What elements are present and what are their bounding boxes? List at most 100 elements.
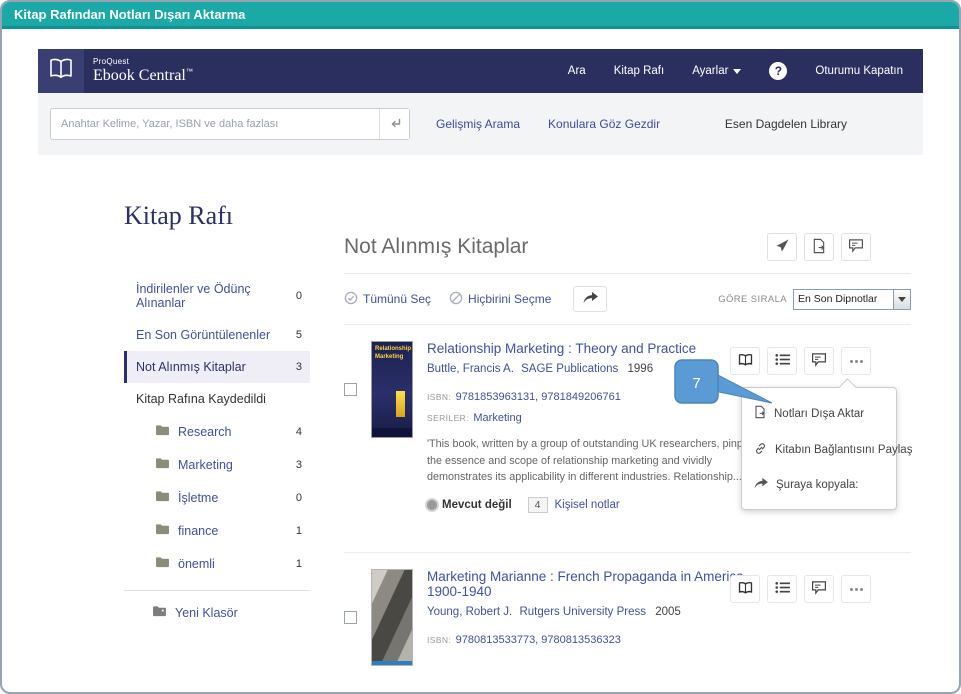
search-input[interactable] xyxy=(51,109,379,139)
book-checkbox[interactable] xyxy=(344,383,357,396)
book-cover-text: Relationship Marketing xyxy=(375,346,412,360)
new-folder-button[interactable]: Yeni Klasör xyxy=(124,593,310,632)
bookshelf-heading: Kitap Rafı xyxy=(124,201,234,230)
menu-item-label: Kitabın Bağlantısını Paylaş xyxy=(775,444,913,456)
link-chain-icon xyxy=(754,442,767,458)
sidebar-item-recently-viewed[interactable]: En Son Görüntülenenler 5 xyxy=(124,319,310,351)
book-author: Young, Robert J. xyxy=(427,606,513,618)
help-icon[interactable]: ? xyxy=(769,62,788,80)
browse-subjects-link[interactable]: Konulara Göz Gezdir xyxy=(548,117,660,131)
sidebar-folder-isletme[interactable]: İşletme 0 xyxy=(124,481,310,514)
circle-slash-icon xyxy=(449,291,463,308)
send-button[interactable] xyxy=(767,233,797,261)
nav-search[interactable]: Ara xyxy=(568,65,586,77)
sidebar-folder-onemli[interactable]: önemli 1 xyxy=(124,547,310,580)
book-cover-art xyxy=(396,391,405,417)
folder-plus-icon xyxy=(152,605,167,620)
book-title-link[interactable]: Marketing Marianne : French Propaganda i… xyxy=(427,569,779,599)
personal-notes-link[interactable]: 4 Kişisel notlar xyxy=(527,497,620,514)
sidebar-item-downloads-loans[interactable]: İndirilenler ve Ödünç Alınanlar 0 xyxy=(124,273,310,319)
brand-trademark: ™ xyxy=(185,68,193,76)
more-options-button[interactable] xyxy=(841,347,871,375)
sidebar-folder-marketing[interactable]: Marketing 3 xyxy=(124,448,310,481)
folder-icon xyxy=(155,457,170,472)
advanced-search-link[interactable]: Gelişmiş Arama xyxy=(436,117,520,131)
new-folder-label: Yeni Klasör xyxy=(175,605,238,620)
sidebar-folder-research[interactable]: Research 4 xyxy=(124,415,310,448)
availability-status: Mevcut değil xyxy=(427,499,512,511)
main-header: Not Alınmış Kitaplar xyxy=(344,233,911,261)
search-links: Gelişmiş Arama Konulara Göz Gezdir xyxy=(436,117,660,131)
sort-select[interactable]: En Son Dipnotlar xyxy=(793,288,911,310)
book-byline: Young, Robert J. Rutgers University Pres… xyxy=(427,606,779,618)
book-year: 2005 xyxy=(655,606,681,618)
book-title-link[interactable]: Relationship Marketing : Theory and Prac… xyxy=(427,341,779,356)
book-cover[interactable]: Relationship Marketing xyxy=(371,341,413,438)
copy-selected-button[interactable] xyxy=(573,286,608,312)
book-checkbox[interactable] xyxy=(344,611,357,624)
notes-label: Kişisel notlar xyxy=(554,499,620,512)
annotations-bubble-icon xyxy=(811,580,827,598)
sort-dropdown-arrow[interactable] xyxy=(893,289,910,309)
select-all-label: Tümünü Seç xyxy=(363,292,432,306)
book-details: Marketing Marianne : French Propaganda i… xyxy=(427,569,779,666)
callout-number: 7 xyxy=(692,375,700,392)
open-book-icon xyxy=(737,581,754,598)
search-group xyxy=(50,108,410,140)
folder-label: Research xyxy=(178,424,232,439)
nav-settings[interactable]: Ayarlar xyxy=(692,65,742,77)
menu-item-label: Şuraya kopyala: xyxy=(776,479,859,491)
book-publisher: SAGE Publications xyxy=(521,363,619,375)
ellipsis-icon xyxy=(849,359,863,363)
folder-count: 0 xyxy=(295,491,302,504)
brand-logo[interactable] xyxy=(38,49,84,93)
folder-count: 1 xyxy=(295,557,302,570)
main-panel: Not Alınmış Kitaplar Tümünü Seç Hiçbirin… xyxy=(344,155,912,680)
sidebar-folder-finance[interactable]: finance 1 xyxy=(124,514,310,547)
toc-button[interactable] xyxy=(767,575,797,603)
folder-count: 4 xyxy=(295,425,302,438)
chevron-down-icon xyxy=(898,296,906,302)
read-online-button[interactable] xyxy=(730,575,760,603)
isbn-value: 9781853963131, 9781849206761 xyxy=(455,391,621,403)
annotations-bubble-icon xyxy=(848,238,864,256)
sidebar-item-annotated-books[interactable]: Not Alınmış Kitaplar 3 xyxy=(124,351,310,383)
select-none-button[interactable]: Hiçbirini Seçme xyxy=(449,291,551,308)
brand-text: ProQuest Ebook Central™ xyxy=(93,57,193,84)
select-all-button[interactable]: Tümünü Seç xyxy=(344,291,431,308)
chevron-down-icon xyxy=(733,68,742,74)
brand-ebook-central: Ebook Central xyxy=(93,66,186,84)
isbn-value: 9780813533773, 9780813536323 xyxy=(455,634,621,646)
series-link[interactable]: Marketing xyxy=(473,412,521,424)
nav-signout[interactable]: Oturumu Kapatın xyxy=(815,65,903,77)
more-options-button[interactable] xyxy=(841,575,871,603)
select-sort-row: Tümünü Seç Hiçbirini Seçme GÖRE SIRALA E… xyxy=(344,274,911,324)
annotations-button[interactable] xyxy=(804,347,834,375)
annotations-button[interactable] xyxy=(841,233,871,261)
menu-item-copy-to[interactable]: Şuraya kopyala: xyxy=(742,468,896,502)
sidebar-item-count: 5 xyxy=(295,329,302,341)
export-button[interactable] xyxy=(804,233,834,261)
nav-items: Ara Kitap Rafı Ayarlar ? Oturumu Kapatın xyxy=(568,62,923,80)
folder-label: Marketing xyxy=(178,457,233,472)
notes-count-badge: 4 xyxy=(527,497,548,514)
folder-label: önemli xyxy=(178,556,215,571)
annotations-bubble-icon xyxy=(811,352,827,370)
page: Kitap Rafından Notları Dışarı Aktarma Pr… xyxy=(0,0,961,694)
availability-dot-icon xyxy=(427,500,437,511)
book-cover[interactable] xyxy=(371,569,413,666)
book-author: Buttle, Francis A. xyxy=(427,363,514,375)
tutorial-callout-7: 7 xyxy=(674,359,776,418)
annotations-button[interactable] xyxy=(804,575,834,603)
curved-arrow-icon xyxy=(754,478,768,492)
sidebar-item-count: 0 xyxy=(295,290,302,302)
sidebar-item-label: Kitap Rafına Kaydedildi xyxy=(136,392,266,406)
folder-icon xyxy=(155,424,170,439)
sidebar-item-label: Not Alınmış Kitaplar xyxy=(136,360,246,374)
nav-bookshelf[interactable]: Kitap Rafı xyxy=(614,65,665,77)
bullet-list-icon xyxy=(774,353,790,369)
search-submit-button[interactable] xyxy=(379,109,409,139)
menu-item-share-link[interactable]: Kitabın Bağlantısını Paylaş xyxy=(742,432,912,468)
bullet-list-icon xyxy=(774,581,790,597)
sidebar-item-count: 3 xyxy=(295,361,302,373)
